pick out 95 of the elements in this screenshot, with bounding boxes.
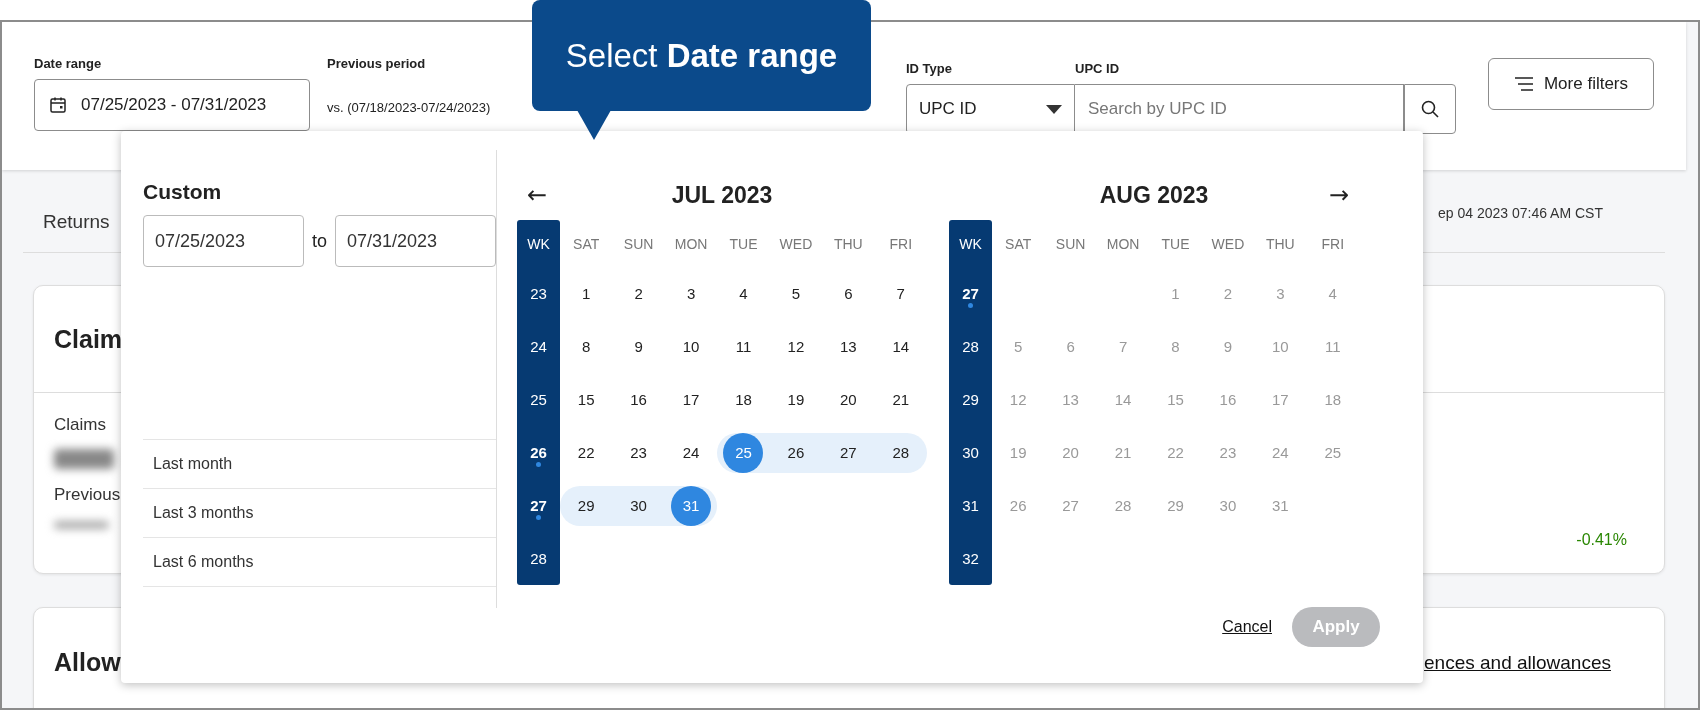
month-title: JUL 2023 [670, 181, 774, 209]
day-button[interactable]: 13 [828, 326, 869, 367]
week-number: 24 [530, 338, 547, 355]
week-number: 32 [962, 550, 979, 567]
day-button[interactable]: 9 [618, 326, 659, 367]
end-date-field[interactable]: 07/31/2023 [335, 215, 496, 267]
day-button[interactable]: 7 [880, 273, 921, 314]
day-button[interactable]: 6 [828, 273, 869, 314]
day-button[interactable]: 20 [828, 379, 869, 420]
week-number: 25 [530, 391, 547, 408]
change-percent: -0.41% [1576, 531, 1627, 549]
metric-label: Claims [54, 415, 107, 435]
search-button[interactable] [1404, 84, 1456, 134]
day-button[interactable]: 24 [671, 432, 712, 473]
day-button[interactable]: 4 [723, 273, 764, 314]
day-button[interactable]: 27 [828, 432, 869, 473]
previous-period-text: vs. (07/18/2023-07/24/2023) [327, 100, 491, 115]
tab[interactable]: Returns [43, 211, 110, 233]
week-number: 28 [962, 338, 979, 355]
day-button[interactable]: 28 [880, 432, 921, 473]
week-number: 27 [530, 497, 547, 514]
day-button[interactable]: 25 [723, 432, 764, 473]
custom-title: Custom [143, 180, 223, 204]
weekday-label: TUE [728, 235, 759, 252]
day-button[interactable]: 30 [618, 485, 659, 526]
search-icon [1421, 100, 1439, 118]
weekday-label: SUN [622, 235, 655, 252]
preset-option[interactable]: Last 6 months [143, 537, 496, 586]
preset-option[interactable]: Last month [143, 439, 496, 488]
day-button[interactable]: 31 [671, 485, 712, 526]
day-button[interactable]: 29 [566, 485, 607, 526]
week-number: 26 [530, 444, 547, 461]
day-button[interactable]: 23 [618, 432, 659, 473]
weekday-label: WED [778, 235, 814, 252]
weekday-label: TUE [1160, 235, 1191, 252]
day-button[interactable]: 5 [775, 273, 816, 314]
day-button[interactable]: 19 [775, 379, 816, 420]
field-label: Date range [34, 56, 103, 71]
blurred-value [54, 521, 109, 529]
caret-icon [1046, 104, 1062, 114]
weekday-label: SUN [1054, 235, 1087, 252]
card-title: Claim [54, 324, 123, 354]
day-button[interactable]: 12 [775, 326, 816, 367]
week-number: 30 [962, 444, 979, 461]
day-button[interactable]: 18 [723, 379, 764, 420]
week-number: 29 [962, 391, 979, 408]
metric-label: Previous [54, 485, 121, 505]
search-field[interactable]: Search by UPC ID [1075, 84, 1404, 134]
day-button[interactable]: 10 [671, 326, 712, 367]
previous-month-button[interactable]: ← [526, 181, 548, 209]
week-number: 27 [962, 285, 979, 302]
field-label: ID Type [906, 61, 953, 76]
to-label: to [311, 230, 328, 252]
weekday-label: SAT [1004, 235, 1033, 252]
day-button[interactable]: 1 [566, 273, 607, 314]
day-button[interactable]: 14 [880, 326, 921, 367]
month-title: AUG 2023 [1098, 181, 1210, 209]
field-label: UPC ID [1075, 61, 1121, 76]
day-button[interactable]: 3 [671, 273, 712, 314]
date-range-field[interactable]: 07/25/2023 - 07/31/2023 [34, 79, 310, 131]
filter-lines-icon [1513, 76, 1534, 92]
weekday-label: MON [1105, 235, 1141, 252]
day-button[interactable]: 16 [618, 379, 659, 420]
weekday-label: SAT [572, 235, 601, 252]
weekday-label: WED [1210, 235, 1246, 252]
day-button[interactable]: 17 [671, 379, 712, 420]
next-month-button[interactable]: → [1328, 181, 1350, 209]
field-label: Previous period [327, 56, 427, 71]
blurred-value [54, 449, 114, 469]
day-button[interactable]: 8 [566, 326, 607, 367]
cancel-link[interactable]: Cancel [1222, 618, 1272, 636]
weekday-label: MON [673, 235, 709, 252]
calendar-icon [49, 96, 67, 114]
week-number: 28 [530, 550, 547, 567]
more-filters-button[interactable]: More filters [1488, 58, 1654, 110]
weekday-label: THU [832, 235, 864, 252]
start-date-field[interactable]: 07/25/2023 [143, 215, 304, 267]
link[interactable]: ences and allowances [1424, 652, 1611, 674]
updated-timestamp: ep 04 2023 07:46 AM CST [1438, 205, 1603, 221]
weekday-label: FRI [888, 235, 914, 252]
week-number: 23 [530, 285, 547, 302]
day-button[interactable]: 26 [775, 432, 816, 473]
weekday-label: THU [1264, 235, 1296, 252]
day-button[interactable]: 2 [618, 273, 659, 314]
week-header: WK [959, 235, 982, 252]
day-button[interactable]: 22 [566, 432, 607, 473]
day-button[interactable]: 11 [723, 326, 764, 367]
tooltip-text: Select Date range [565, 36, 838, 75]
preset-option[interactable]: Last 3 months [143, 488, 496, 537]
day-button[interactable]: 21 [880, 379, 921, 420]
week-header: WK [527, 235, 550, 252]
card-title: Allow [54, 648, 121, 677]
weekday-label: FRI [1320, 235, 1346, 252]
week-number: 31 [962, 497, 979, 514]
day-button[interactable]: 15 [566, 379, 607, 420]
